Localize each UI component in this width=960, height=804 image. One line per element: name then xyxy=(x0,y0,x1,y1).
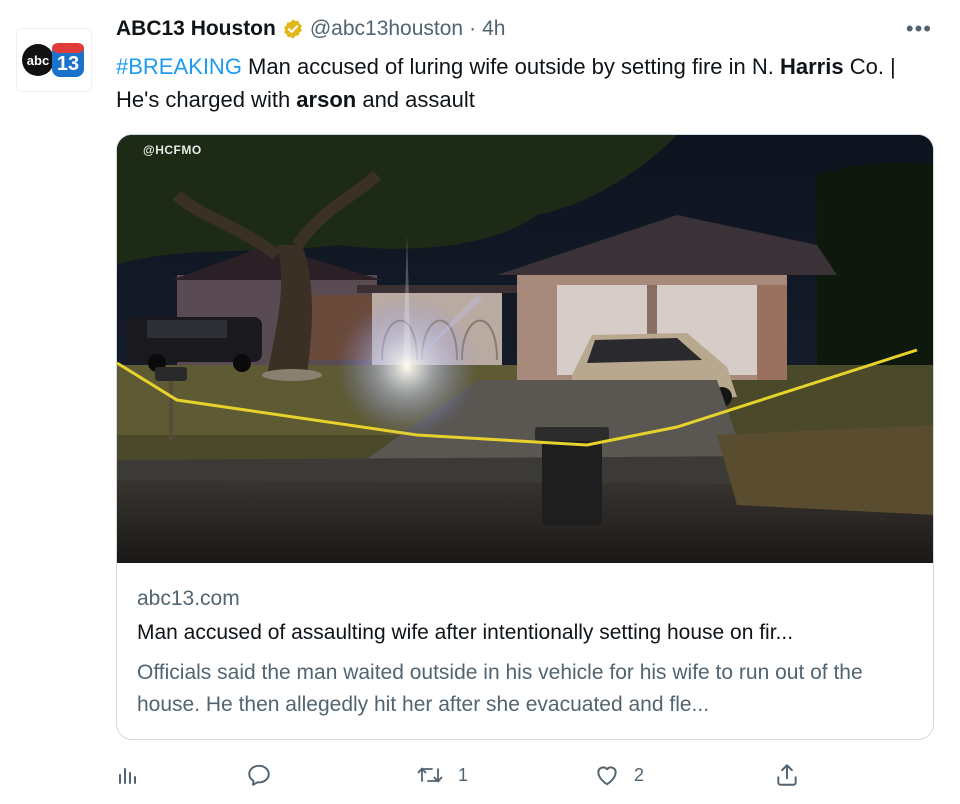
tweet-text-part: Man accused of luring wife outside by se… xyxy=(241,54,780,79)
night-house-photo xyxy=(117,135,933,563)
tweet-text-part: and assault xyxy=(356,87,475,112)
separator: · xyxy=(469,17,477,40)
action-bar: 1 2 xyxy=(116,758,816,792)
retweet-button[interactable]: 1 xyxy=(416,758,468,792)
image-watermark: @HCFMO xyxy=(143,143,202,157)
link-card[interactable]: @HCFMO abc13.com Man accused of assaulti… xyxy=(116,134,934,740)
analytics-icon xyxy=(119,768,136,784)
logo-number: 13 xyxy=(57,53,79,75)
retweet-count: 1 xyxy=(458,764,469,785)
card-title[interactable]: Man accused of assaulting wife after int… xyxy=(137,621,917,645)
tweet-text: #BREAKING Man accused of luring wife out… xyxy=(116,50,936,116)
retweet-icon xyxy=(417,767,443,783)
card-domain: abc13.com xyxy=(137,587,240,610)
hashtag-link[interactable]: #BREAKING xyxy=(116,54,242,79)
abc13-logo: abc 13 xyxy=(22,43,84,77)
author-name[interactable]: ABC13 Houston xyxy=(116,17,276,41)
like-button[interactable]: 2 xyxy=(594,758,644,792)
reply-button[interactable] xyxy=(246,758,272,792)
author-handle[interactable]: @abc13houston xyxy=(310,17,463,41)
avatar[interactable]: abc 13 xyxy=(16,28,92,92)
like-count: 2 xyxy=(634,764,645,785)
tweet-header: ABC13 Houston @abc13houston · 4h ••• xyxy=(116,14,932,44)
card-description: Officials said the man waited outside in… xyxy=(137,661,863,716)
share-button[interactable] xyxy=(774,758,800,792)
logo-text: abc xyxy=(27,53,49,68)
more-options-icon[interactable]: ••• xyxy=(906,14,932,44)
tweet-text-bold: Harris xyxy=(779,54,844,79)
share-icon xyxy=(777,764,797,786)
heart-icon xyxy=(597,766,617,786)
reply-icon xyxy=(248,764,270,786)
timestamp[interactable]: 4h xyxy=(482,17,505,41)
tweet-text-bold: arson xyxy=(296,87,357,112)
verified-badge-icon xyxy=(282,18,304,40)
card-image[interactable]: @HCFMO xyxy=(117,135,933,563)
analytics-button[interactable] xyxy=(116,758,140,792)
